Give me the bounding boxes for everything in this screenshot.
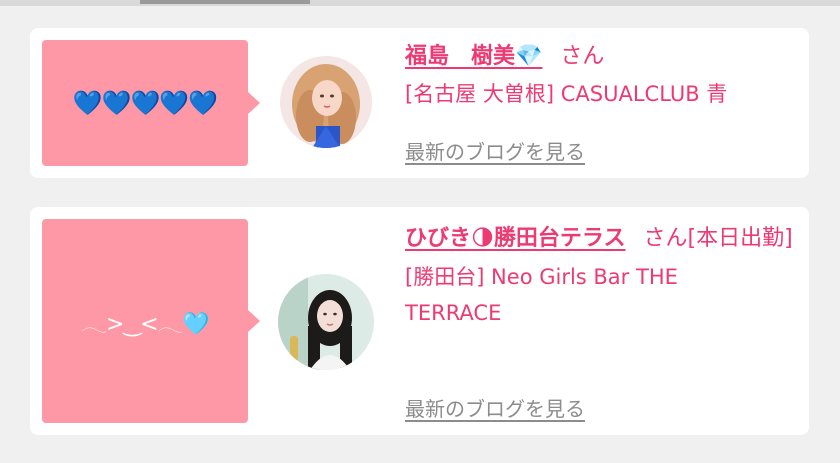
name-line: ひびき🌗勝田台テラス さん[本日出勤] <box>405 221 800 257</box>
honorific: さん <box>643 226 688 251</box>
cast-info: ひびき🌗勝田台テラス さん[本日出勤] [勝田台] Neo Girls Bar T… <box>405 221 793 331</box>
avatar[interactable] <box>278 274 374 370</box>
avatar-photo <box>278 274 374 370</box>
cast-info: 福島 樹美💎 さん [名古屋 大曽根] CASUALCLUB 青 <box>405 42 789 112</box>
top-scroll-bar <box>0 0 840 6</box>
avatar-photo <box>280 56 372 148</box>
avatar[interactable] <box>280 56 372 148</box>
name-line: 福島 樹美💎 さん <box>405 42 789 72</box>
cast-name-link[interactable]: 福島 樹美💎 <box>405 44 542 69</box>
bubble-message: 💙💙💙💙💙 <box>72 89 218 117</box>
attendance-status: [本日出勤] <box>687 226 793 251</box>
shop-info: [名古屋 大曽根] CASUALCLUB 青 <box>405 82 728 106</box>
honorific: さん <box>560 44 605 69</box>
bubble-message: 𓂃>‿<𓂃🩵 <box>81 312 209 337</box>
message-bubble: 💙💙💙💙💙 <box>42 40 260 166</box>
cast-card: 💙💙💙💙💙 福島 樹美💎 さん [名古屋 大曽根] CASUALCLUB 青 最新… <box>30 28 809 178</box>
cast-card: 𓂃>‿<𓂃🩵 ひびき🌗勝田台テラス さん[本日出勤] [勝田台] Neo Girl… <box>30 207 809 435</box>
scroll-indicator <box>140 0 310 4</box>
cast-name-link[interactable]: ひびき🌗勝田台テラス <box>405 226 626 251</box>
latest-blog-link[interactable]: 最新のブログを見る <box>405 393 585 422</box>
message-bubble: 𓂃>‿<𓂃🩵 <box>42 219 260 423</box>
latest-blog-link[interactable]: 最新のブログを見る <box>405 136 585 165</box>
shop-info: [勝田台] Neo Girls Bar THE TERRACE <box>405 265 678 325</box>
